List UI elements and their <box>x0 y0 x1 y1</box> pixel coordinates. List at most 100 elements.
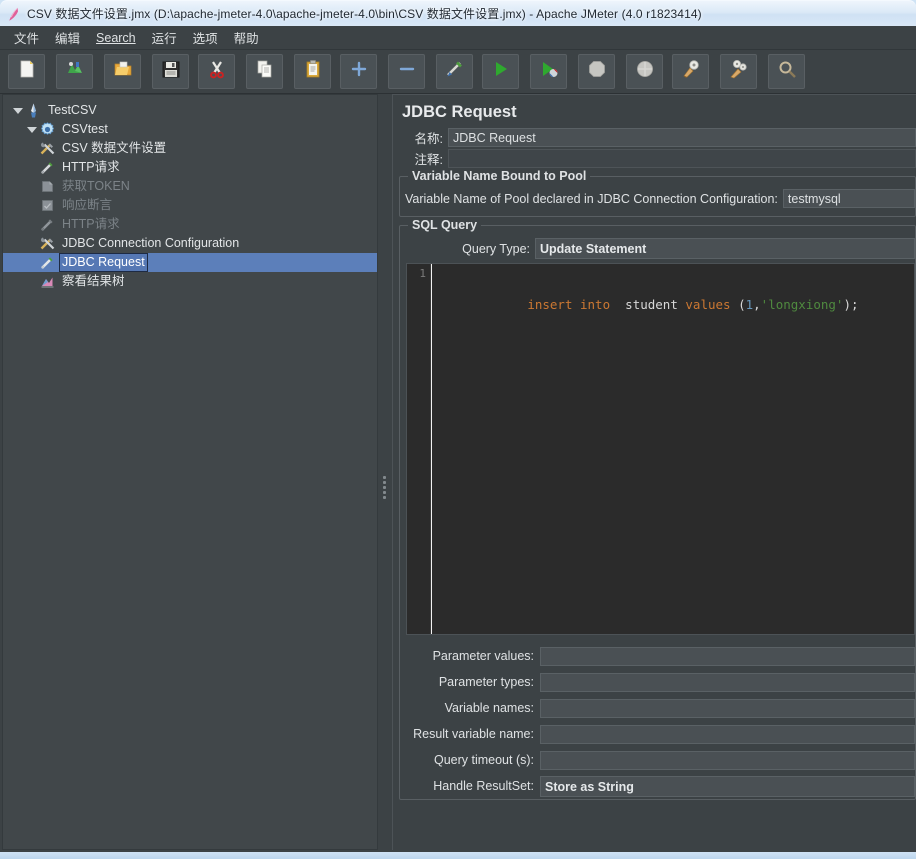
sql-token-punct: ( <box>730 297 746 312</box>
tree-node-jdbc-request[interactable]: JDBC Request <box>3 253 377 272</box>
shutdown-circle-icon <box>635 59 655 84</box>
result-variable-name-input[interactable] <box>540 724 915 744</box>
test-plan-icon <box>25 102 42 119</box>
tree-node-csv-data-set-config[interactable]: CSV 数据文件设置 <box>7 139 377 158</box>
pool-label: Variable Name of Pool declared in JDBC C… <box>405 191 778 206</box>
tree-node-http-request-2[interactable]: HTTP请求 <box>7 215 377 234</box>
clear-broom-icon <box>681 59 701 84</box>
variable-name-bound-to-pool-group: Variable Name Bound to Pool Variable Nam… <box>399 169 916 217</box>
sql-code-area[interactable]: insert into student values (1,'longxiong… <box>431 264 914 634</box>
query-timeout-row: Query timeout (s): <box>406 747 915 773</box>
jdbc-request-editor-panel: JDBC Request 名称: JDBC Request 注释: Variab… <box>392 94 916 850</box>
tree-node-thread-group[interactable]: CSVtest <box>7 120 377 139</box>
tree-node-view-results-tree[interactable]: 察看结果树 <box>7 272 377 291</box>
templates-button[interactable] <box>56 54 93 89</box>
comment-label: 注释: <box>414 153 443 167</box>
parameter-values-input[interactable] <box>540 646 915 666</box>
clear-button[interactable] <box>672 54 709 89</box>
save-button[interactable] <box>152 54 189 89</box>
sql-token-punct <box>610 297 625 312</box>
thread-group-gear-icon <box>39 121 56 138</box>
query-type-combo[interactable]: Update Statement <box>535 238 915 259</box>
tree-node-label: HTTP请求 <box>62 217 120 231</box>
menu-search[interactable]: Search <box>88 28 144 48</box>
clear-all-broom-icon <box>729 59 749 84</box>
parameter-types-label: Parameter types: <box>438 675 534 689</box>
test-plan-tree: TestCSV CSVtest CSV 数据文件设置 HTTP请求 获取TOKE… <box>3 95 377 291</box>
tree-node-label: TestCSV <box>48 103 97 117</box>
floppy-disk-icon <box>161 59 181 84</box>
name-label: 名称: <box>414 132 443 146</box>
start-button[interactable] <box>482 54 519 89</box>
parameter-types-input[interactable] <box>540 672 915 692</box>
variable-names-input[interactable] <box>540 698 915 718</box>
tree-node-label: 获取TOKEN <box>62 179 130 193</box>
clear-all-button[interactable] <box>720 54 757 89</box>
start-no-pauses-button[interactable] <box>530 54 567 89</box>
shutdown-button[interactable] <box>626 54 663 89</box>
new-test-plan-button[interactable] <box>8 54 45 89</box>
search-toolbar-button[interactable] <box>768 54 805 89</box>
stop-button[interactable] <box>578 54 615 89</box>
paste-button[interactable] <box>294 54 331 89</box>
cut-button[interactable] <box>198 54 235 89</box>
post-processor-icon <box>39 178 56 195</box>
tree-node-test-plan[interactable]: TestCSV <box>7 101 377 120</box>
comment-input[interactable] <box>448 149 916 168</box>
stop-octagon-icon <box>587 59 607 84</box>
clipboard-icon <box>303 59 323 84</box>
tree-node-label: 响应断言 <box>62 198 113 212</box>
sql-statement-text: insert into student values (1,'longxiong… <box>527 297 858 312</box>
split-pane-divider[interactable] <box>379 94 391 850</box>
tree-node-get-token[interactable]: 获取TOKEN <box>7 177 377 196</box>
parameter-types-row: Parameter types: <box>406 669 915 695</box>
menu-file[interactable]: 文件 <box>6 25 47 50</box>
pool-row: Variable Name of Pool declared in JDBC C… <box>405 189 915 208</box>
tree-node-jdbc-connection-configuration[interactable]: JDBC Connection Configuration <box>7 234 377 253</box>
config-element-icon <box>39 235 56 252</box>
name-input[interactable]: JDBC Request <box>448 128 916 147</box>
window-bottom-edge <box>0 852 916 859</box>
title-bar: CSV 数据文件设置.jmx (D:\apache-jmeter-4.0\apa… <box>0 0 916 26</box>
tree-node-http-request-1[interactable]: HTTP请求 <box>7 158 377 177</box>
menu-options[interactable]: 选项 <box>185 25 226 50</box>
result-variable-name-label: Result variable name: <box>413 727 534 741</box>
sql-editor[interactable]: 1 insert into student values (1,'longxio… <box>406 263 915 635</box>
comment-row: 注释: <box>401 149 916 168</box>
assertion-icon <box>39 197 56 214</box>
expand-toggle-icon[interactable] <box>11 101 25 120</box>
sql-token-punct: ); <box>843 297 859 312</box>
sql-token-kw: insert <box>527 297 573 312</box>
handle-resultset-label: Handle ResultSet: <box>433 779 534 793</box>
tree-node-label: CSV 数据文件设置 <box>62 141 167 155</box>
page-title: JDBC Request <box>402 103 517 121</box>
sql-token-kw: values <box>685 297 731 312</box>
menu-run[interactable]: 运行 <box>144 25 185 50</box>
group-title-pool: Variable Name Bound to Pool <box>408 169 591 183</box>
collapse-all-button[interactable] <box>388 54 425 89</box>
variable-names-row: Variable names: <box>406 695 915 721</box>
pool-variable-input[interactable]: testmysql <box>782 189 915 208</box>
query-type-label: Query Type: <box>462 241 530 256</box>
split-pane-grip[interactable] <box>382 474 387 502</box>
expand-toggle-icon[interactable] <box>25 120 39 139</box>
expand-all-button[interactable] <box>340 54 377 89</box>
open-button[interactable] <box>104 54 141 89</box>
query-timeout-input[interactable] <box>540 750 915 770</box>
play-triangle-icon <box>491 59 511 84</box>
toggle-button[interactable] <box>436 54 473 89</box>
minus-icon <box>397 59 417 84</box>
sampler-pencil-icon <box>39 159 56 176</box>
sql-token-str: 'longxiong' <box>760 297 844 312</box>
sql-query-group: SQL Query Query Type: Update Statement 1… <box>399 218 916 800</box>
sql-token-kw: into <box>580 297 611 312</box>
jmeter-feather-icon <box>6 6 22 22</box>
handle-resultset-combo[interactable]: Store as String <box>540 775 915 797</box>
tree-node-label: JDBC Connection Configuration <box>62 236 240 250</box>
menu-edit[interactable]: 编辑 <box>47 25 88 50</box>
tree-node-response-assertion[interactable]: 响应断言 <box>7 196 377 215</box>
test-plan-tree-panel[interactable]: TestCSV CSVtest CSV 数据文件设置 HTTP请求 获取TOKE… <box>2 94 378 850</box>
copy-button[interactable] <box>246 54 283 89</box>
menu-help[interactable]: 帮助 <box>226 25 267 50</box>
scissors-icon <box>207 59 227 84</box>
